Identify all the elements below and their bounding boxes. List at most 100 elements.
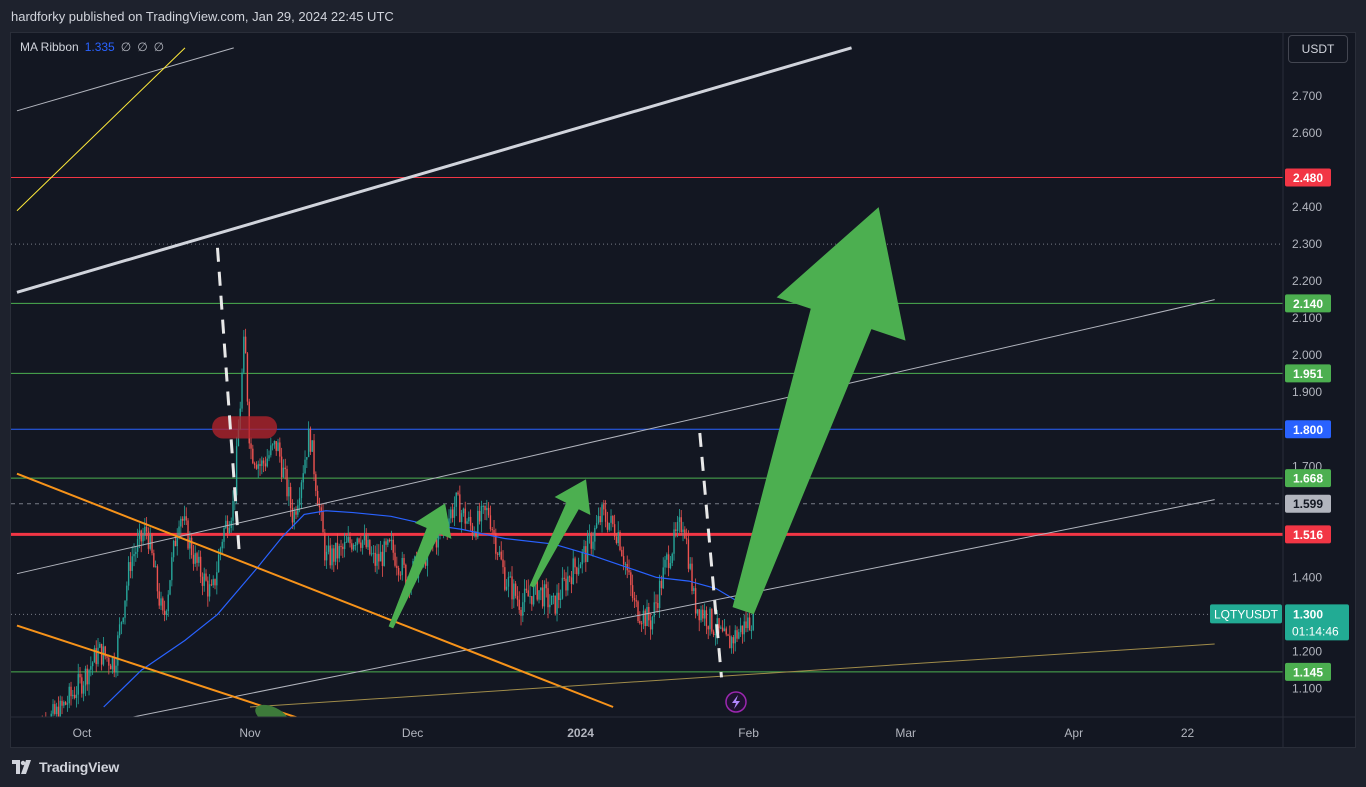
candle-body bbox=[592, 541, 594, 549]
candle-body bbox=[331, 548, 333, 566]
candle-body bbox=[486, 507, 488, 511]
candle-body bbox=[545, 584, 547, 589]
candle-body bbox=[680, 517, 682, 533]
candle-body bbox=[511, 576, 513, 600]
candle-body bbox=[676, 521, 679, 532]
candle-body bbox=[304, 459, 306, 474]
candle-body bbox=[293, 511, 295, 523]
candle-body bbox=[342, 546, 344, 550]
tradingview-logo-text: TradingView bbox=[39, 759, 120, 775]
candle-body bbox=[106, 656, 108, 658]
candle-body bbox=[91, 662, 94, 667]
candle-body bbox=[570, 577, 573, 585]
candle-body bbox=[394, 552, 396, 566]
y-tick-label-2: 1.400 bbox=[1292, 570, 1322, 584]
candle-body bbox=[523, 588, 526, 603]
price-chart[interactable]: 1.1001.2001.4001.7001.9002.0002.1002.200… bbox=[0, 0, 1366, 787]
candle-body bbox=[711, 608, 713, 632]
candle-body bbox=[264, 463, 267, 467]
candle-body bbox=[275, 441, 277, 451]
y-tick-label-10: 2.600 bbox=[1292, 126, 1322, 140]
candle-body bbox=[153, 553, 155, 568]
candle-body bbox=[387, 539, 389, 545]
price-label-0: 2.480 bbox=[1293, 171, 1323, 185]
candle-body bbox=[347, 537, 349, 542]
candle-body bbox=[712, 631, 715, 635]
candle-body bbox=[42, 723, 43, 732]
candle-body bbox=[295, 511, 297, 515]
candle-body bbox=[577, 568, 580, 575]
candle-body bbox=[144, 526, 146, 536]
candle-body bbox=[468, 516, 470, 522]
candle-body bbox=[687, 539, 690, 569]
candle-body bbox=[473, 533, 475, 536]
candle-body bbox=[696, 609, 699, 614]
candle-body bbox=[108, 657, 110, 666]
candle-body bbox=[279, 442, 281, 457]
candle-body bbox=[595, 523, 598, 529]
candle-body bbox=[727, 634, 729, 636]
candle-body bbox=[649, 620, 652, 630]
candle-body bbox=[397, 568, 400, 575]
candle-body bbox=[376, 553, 378, 566]
candle-body bbox=[289, 486, 292, 508]
candle-body bbox=[244, 336, 247, 354]
y-tick-label-8: 2.300 bbox=[1292, 237, 1322, 251]
candle-body bbox=[181, 518, 184, 521]
candle-body bbox=[646, 606, 648, 627]
candle-body bbox=[203, 573, 205, 586]
candle-body bbox=[338, 546, 340, 559]
y-tick-label-4: 1.900 bbox=[1292, 385, 1322, 399]
candle-body bbox=[255, 464, 258, 469]
candle-body bbox=[207, 580, 209, 597]
candle-body bbox=[138, 530, 141, 539]
symbol-badge: LQTYUSDT bbox=[1214, 607, 1279, 621]
candle-body bbox=[559, 598, 562, 600]
candle-body bbox=[660, 580, 663, 589]
last-price-label: 1.300 bbox=[1293, 607, 1323, 621]
candle-body bbox=[84, 668, 87, 686]
candle-body bbox=[399, 574, 402, 576]
candle-body bbox=[160, 598, 162, 606]
candle-body bbox=[491, 529, 493, 531]
indicator-legend[interactable]: MA Ribbon 1.335 ∅ ∅ ∅ bbox=[20, 40, 164, 54]
trendline-3 bbox=[16, 299, 1215, 575]
candle-body bbox=[151, 534, 153, 554]
currency-button[interactable]: USDT bbox=[1288, 35, 1348, 63]
candle-body bbox=[572, 558, 574, 585]
candle-body bbox=[185, 516, 187, 521]
candle-body bbox=[493, 530, 495, 534]
candle-body bbox=[90, 666, 92, 670]
candle-body bbox=[66, 703, 69, 705]
candle-body bbox=[520, 609, 522, 616]
candle-body bbox=[369, 539, 371, 555]
tradingview-logo[interactable]: TradingView bbox=[12, 759, 119, 775]
candle-body bbox=[64, 701, 67, 705]
candle-body bbox=[365, 535, 367, 548]
lightning-icon[interactable] bbox=[725, 691, 747, 713]
candle-body bbox=[612, 515, 614, 525]
candle-body bbox=[462, 508, 465, 514]
candle-body bbox=[705, 610, 708, 627]
candle-body bbox=[568, 576, 571, 578]
candle-body bbox=[538, 590, 540, 600]
candle-body bbox=[88, 669, 90, 685]
candle-body bbox=[709, 608, 711, 630]
candle-body bbox=[522, 602, 524, 616]
candle-body bbox=[678, 517, 681, 522]
candle-body bbox=[606, 521, 609, 530]
candle-body bbox=[34, 733, 35, 738]
candle-body bbox=[81, 677, 83, 694]
candle-body bbox=[79, 674, 81, 678]
candle-body bbox=[333, 548, 335, 562]
candle-body bbox=[639, 620, 641, 624]
candle-body bbox=[194, 553, 196, 564]
candle-body bbox=[282, 467, 285, 478]
candle-body bbox=[651, 616, 654, 630]
candle-body bbox=[57, 706, 60, 717]
candle-body bbox=[594, 528, 596, 542]
candle-body bbox=[460, 513, 463, 523]
candle-body bbox=[738, 632, 740, 639]
candle-body bbox=[113, 657, 115, 673]
candle-body bbox=[478, 510, 481, 522]
